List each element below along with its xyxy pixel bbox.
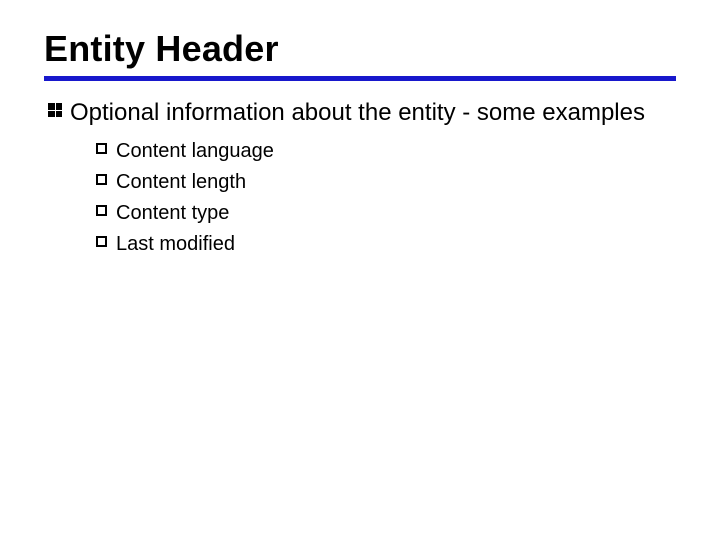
z-bullet-icon <box>48 97 70 117</box>
list-item: Content length <box>96 169 676 196</box>
list-item-label: Content length <box>116 169 246 196</box>
list-item: Last modified <box>96 231 676 258</box>
slide: Entity Header Optional information about… <box>0 0 720 290</box>
square-bullet-icon <box>96 138 116 154</box>
square-bullet-icon <box>96 231 116 247</box>
bullet-level1-text: Optional information about the entity - … <box>70 97 645 128</box>
list-item-label: Content language <box>116 138 274 165</box>
list-item: Content type <box>96 200 676 227</box>
slide-title: Entity Header <box>44 28 676 70</box>
square-bullet-icon <box>96 200 116 216</box>
list-item-label: Last modified <box>116 231 235 258</box>
bullet-level1: Optional information about the entity - … <box>48 97 676 128</box>
square-bullet-icon <box>96 169 116 185</box>
sub-bullet-list: Content language Content length Content … <box>96 138 676 258</box>
list-item-label: Content type <box>116 200 229 227</box>
title-rule <box>44 76 676 81</box>
list-item: Content language <box>96 138 676 165</box>
